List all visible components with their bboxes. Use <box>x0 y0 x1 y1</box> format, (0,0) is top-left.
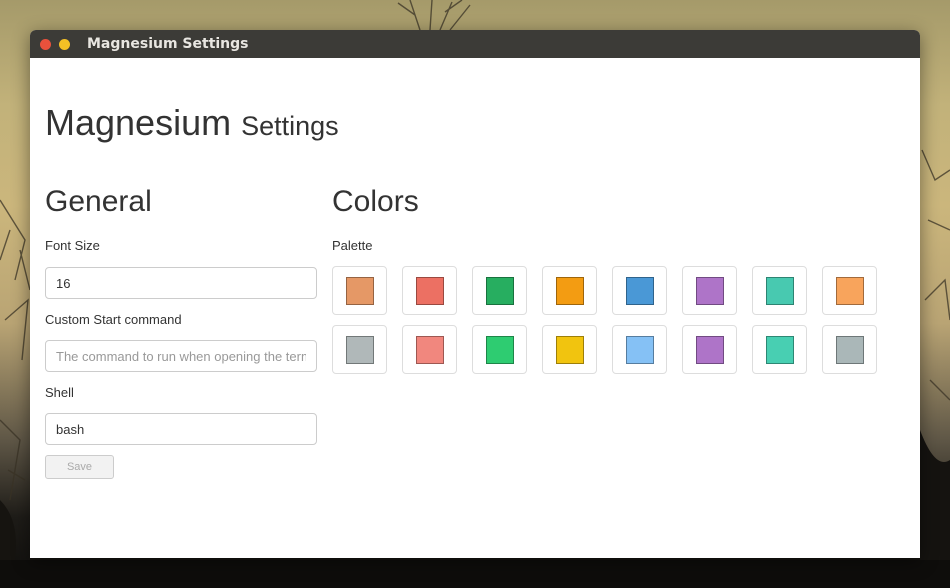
color-swatch <box>835 335 864 364</box>
color-swatch <box>415 335 444 364</box>
palette-swatch-button[interactable] <box>612 325 667 374</box>
font-size-label: Font Size <box>45 238 100 253</box>
palette-swatch-button[interactable] <box>752 325 807 374</box>
window-titlebar[interactable]: Magnesium Settings <box>30 30 920 58</box>
palette-swatch-button[interactable] <box>402 325 457 374</box>
color-swatch <box>345 276 374 305</box>
palette-swatch-button[interactable] <box>332 266 387 315</box>
color-swatch <box>485 276 514 305</box>
page-title-main: Magnesium <box>45 102 232 143</box>
shell-label: Shell <box>45 385 74 400</box>
color-swatch <box>555 335 584 364</box>
color-swatch <box>625 335 654 364</box>
colors-section: Colors Palette <box>332 184 892 374</box>
palette-swatch-button[interactable] <box>472 325 527 374</box>
minimize-window-button[interactable] <box>59 38 70 50</box>
color-swatch <box>345 335 374 364</box>
save-button[interactable]: Save <box>45 455 114 479</box>
color-swatch <box>555 276 584 305</box>
palette-swatch-button[interactable] <box>752 266 807 315</box>
color-swatch <box>765 276 794 305</box>
palette-swatch-button[interactable] <box>402 266 457 315</box>
color-swatch <box>695 276 724 305</box>
palette-swatch-button[interactable] <box>472 266 527 315</box>
palette-swatch-button[interactable] <box>542 266 597 315</box>
general-section: General Font Size Custom Start command S… <box>45 184 317 479</box>
color-swatch <box>485 335 514 364</box>
window-title: Magnesium Settings <box>87 36 249 52</box>
general-heading: General <box>45 185 152 218</box>
palette-swatch-button[interactable] <box>682 325 737 374</box>
palette-swatch-button[interactable] <box>612 266 667 315</box>
start-command-input[interactable] <box>45 340 317 372</box>
start-command-label: Custom Start command <box>45 312 182 327</box>
palette-swatch-button[interactable] <box>332 325 387 374</box>
palette-swatch-button[interactable] <box>822 266 877 315</box>
color-swatch <box>625 276 654 305</box>
color-palette <box>332 266 892 374</box>
settings-content: Magnesium Settings General Font Size Cus… <box>30 58 920 558</box>
palette-swatch-button[interactable] <box>542 325 597 374</box>
palette-swatch-button[interactable] <box>682 266 737 315</box>
close-window-button[interactable] <box>40 38 51 50</box>
color-swatch <box>765 335 794 364</box>
palette-swatch-button[interactable] <box>822 325 877 374</box>
color-swatch <box>695 335 724 364</box>
font-size-input[interactable] <box>45 267 317 299</box>
palette-label: Palette <box>332 238 373 253</box>
page-title: Magnesium Settings <box>45 102 339 144</box>
settings-window: Magnesium Settings Magnesium Settings Ge… <box>30 30 920 558</box>
shell-input[interactable] <box>45 413 317 445</box>
color-swatch <box>835 276 864 305</box>
page-title-subtitle: Settings <box>241 111 339 141</box>
colors-heading: Colors <box>332 185 419 218</box>
color-swatch <box>415 276 444 305</box>
